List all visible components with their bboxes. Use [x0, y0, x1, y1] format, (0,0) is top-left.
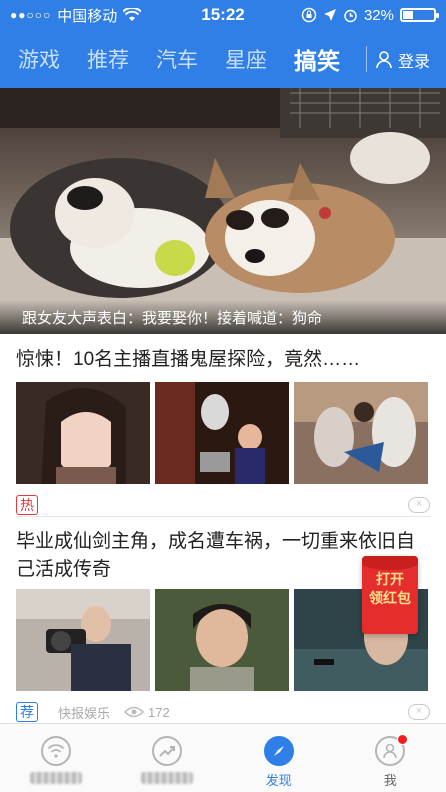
location-icon: [323, 9, 336, 21]
nav-me[interactable]: 我: [335, 724, 446, 792]
dismiss-button[interactable]: ×: [408, 497, 430, 513]
nav-trend[interactable]: [112, 724, 224, 792]
login-label: 登录: [397, 54, 430, 71]
user-outline-icon: [376, 51, 392, 69]
alarm-icon: [344, 9, 357, 22]
signal-strength-icon: ●●○○○: [10, 8, 52, 22]
view-count: 172: [148, 704, 170, 720]
article-thumbnail[interactable]: [155, 589, 289, 691]
battery-percent: 32%: [363, 6, 394, 24]
status-bar: ●●○○○ 中国移动 15:22 32%: [0, 0, 446, 30]
tab-funny[interactable]: 搞笑: [294, 42, 340, 76]
nav-wifi[interactable]: [0, 724, 112, 792]
nav-label: 发现: [265, 773, 292, 788]
hero-banner[interactable]: 跟女友大声表白：我要娶你！接着喊道：狗命: [0, 88, 446, 334]
blurred-label: [141, 772, 194, 784]
blurred-label: [29, 772, 82, 784]
red-packet-button[interactable]: 打开 领红包: [362, 556, 418, 634]
article-thumbnail[interactable]: [16, 589, 150, 691]
trend-icon: [152, 736, 183, 766]
login-button[interactable]: 登录: [376, 48, 430, 72]
rotation-lock-icon: [301, 7, 317, 23]
tab-recommend[interactable]: 推荐: [87, 44, 129, 74]
carrier-label: 中国移动: [57, 7, 118, 25]
nav-label: 我: [383, 773, 397, 788]
nav-discover[interactable]: 发现: [223, 724, 335, 792]
wifi-status-icon: [123, 8, 142, 21]
clock: 15:22: [201, 5, 245, 24]
tab-games[interactable]: 游戏: [18, 44, 60, 74]
red-packet-line2: 领红包: [369, 590, 411, 606]
hot-tag: 热: [16, 495, 38, 515]
tab-horoscope[interactable]: 星座: [225, 44, 267, 74]
top-header: ●●○○○ 中国移动 15:22 32% 游戏 推荐 汽车 星座 搞笑 登录: [0, 0, 446, 88]
hero-image: [0, 88, 446, 334]
article-thumbnail[interactable]: [294, 382, 428, 484]
article-title[interactable]: 惊悚！10名主播直播鬼屋探险，竟然……: [0, 346, 446, 374]
article-meta: 热 ×: [0, 494, 446, 516]
article-thumbnails: [0, 382, 446, 484]
article-card[interactable]: 惊悚！10名主播直播鬼屋探险，竟然…… 热 ×: [0, 340, 446, 516]
views-eye-icon: [124, 706, 145, 718]
wifi-icon: [40, 736, 71, 766]
tab-cars[interactable]: 汽车: [156, 44, 198, 74]
divider: [16, 516, 430, 517]
battery-icon: [400, 8, 439, 22]
article-meta: 荐 快报娱乐 172 ×: [0, 701, 446, 723]
bottom-navigation: 发现 我: [0, 723, 446, 792]
article-source: 快报娱乐: [58, 705, 111, 721]
tab-divider: [366, 46, 367, 72]
article-thumbnail[interactable]: [16, 382, 150, 484]
red-packet-line1: 打开: [376, 571, 404, 587]
article-thumbnail[interactable]: [155, 382, 289, 484]
notification-badge: [396, 734, 408, 745]
hero-caption: 跟女友大声表白：我要娶你！接着喊道：狗命: [0, 300, 446, 334]
compass-icon: [263, 736, 294, 766]
dismiss-button[interactable]: ×: [408, 704, 430, 720]
recommend-tag: 荐: [16, 702, 38, 722]
